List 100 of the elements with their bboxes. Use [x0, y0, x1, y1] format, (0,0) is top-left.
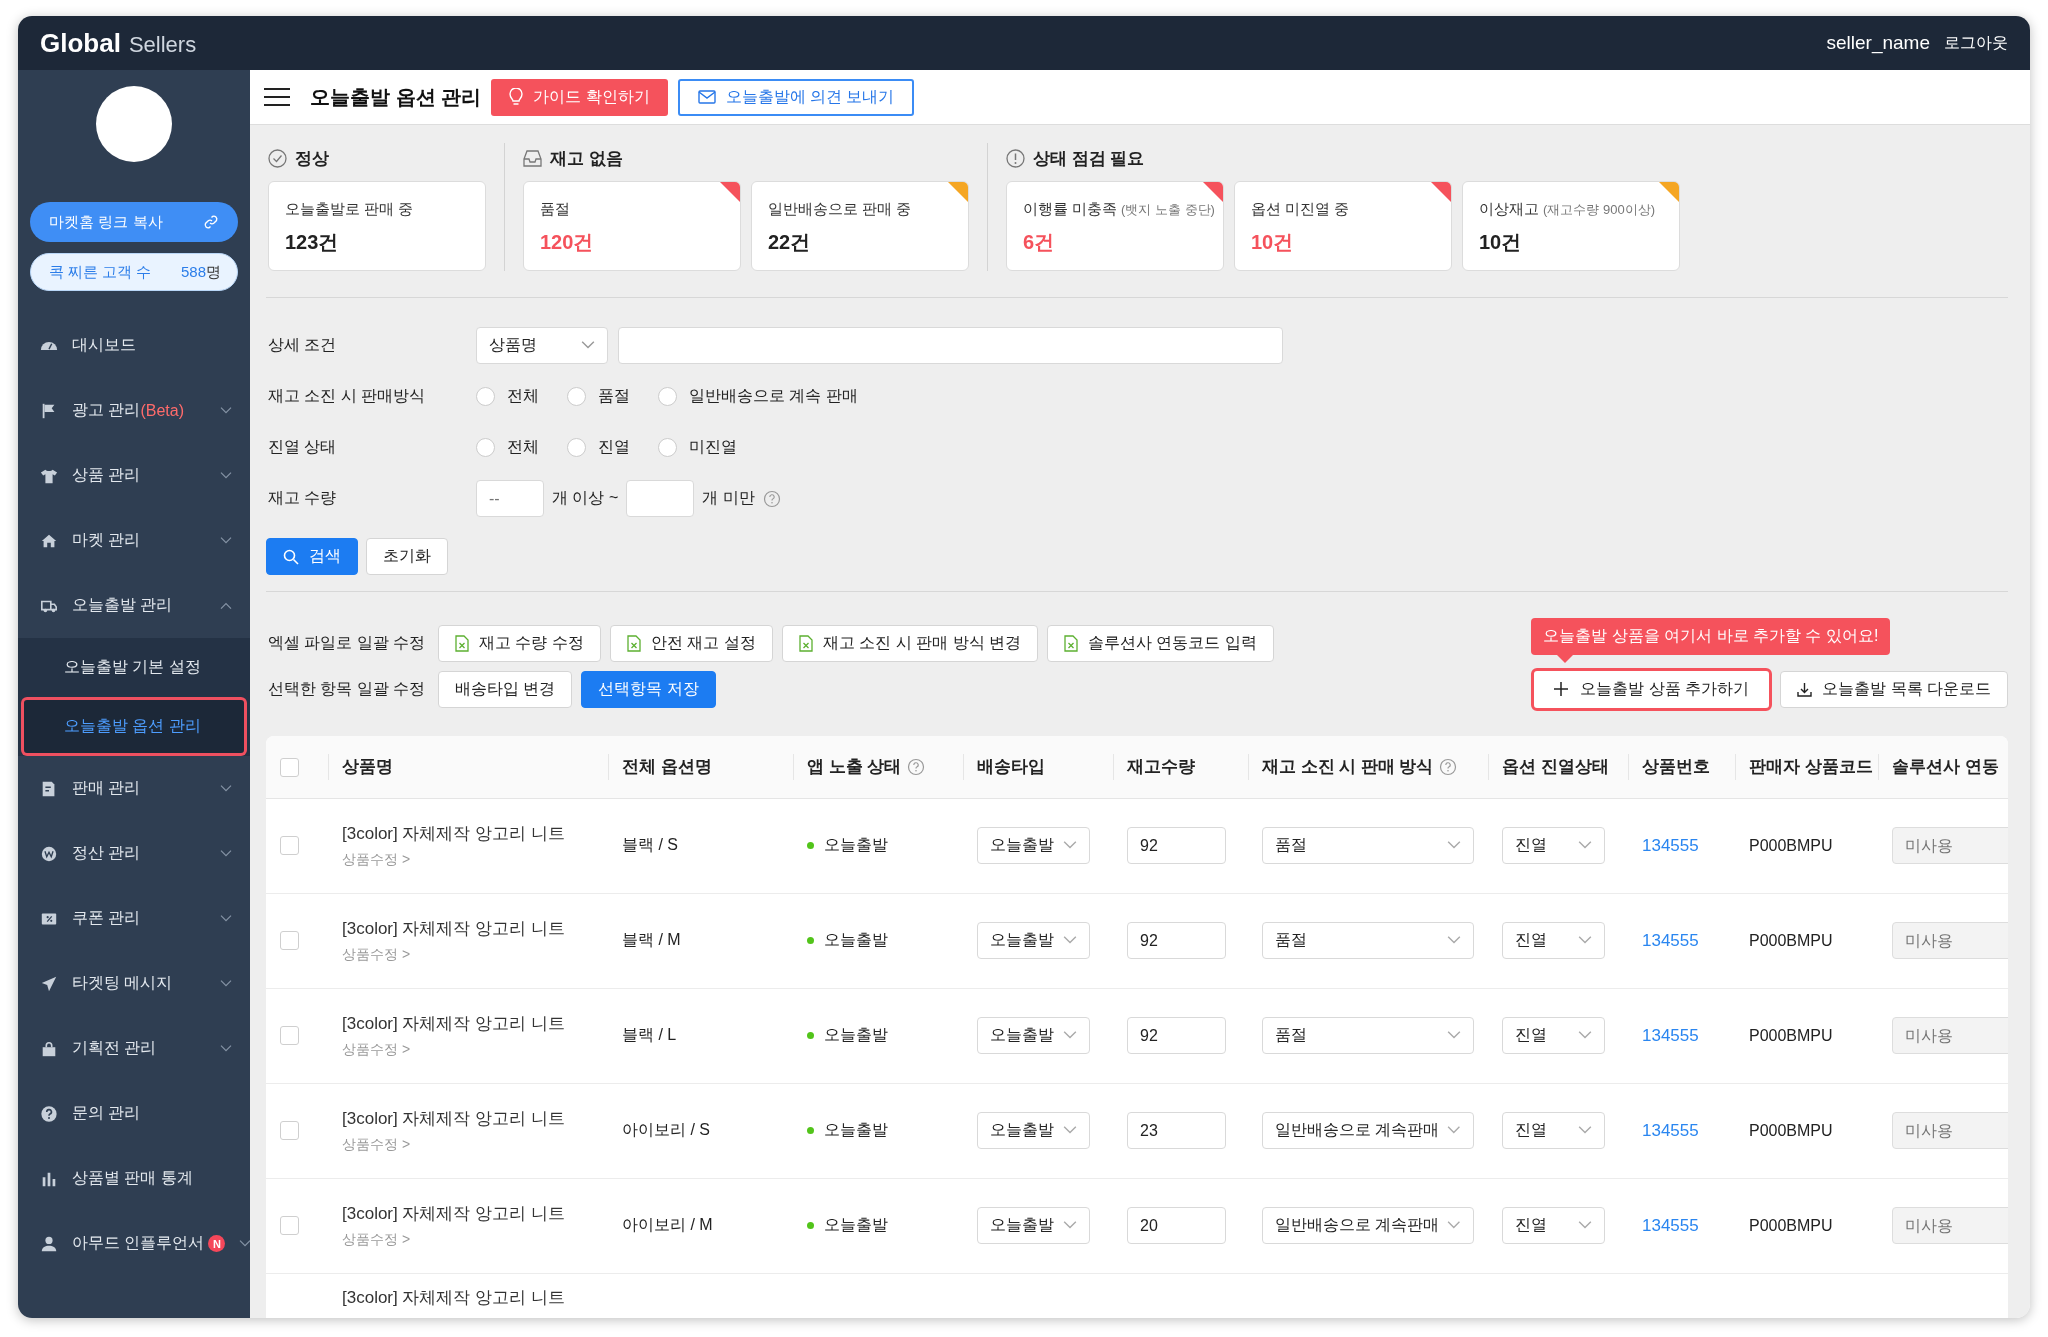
nav-item[interactable]: 대시보드 — [18, 313, 250, 378]
dropdown[interactable]: 진열 — [1502, 922, 1605, 959]
nav-item[interactable]: 기획전 관리 — [18, 1016, 250, 1081]
nav-item[interactable]: 상품 관리 — [18, 443, 250, 508]
dropdown[interactable]: 오늘출발 — [977, 922, 1090, 959]
chevron-icon — [1447, 1221, 1461, 1230]
min-stock-field[interactable]: -- — [476, 480, 544, 517]
checkbox[interactable] — [280, 757, 299, 777]
card-label: 이상재고 (재고수량 900이상) — [1479, 200, 1656, 219]
coin-icon — [40, 844, 58, 863]
product-number-link[interactable]: 134555 — [1642, 1025, 1699, 1045]
stock-field[interactable]: 92 — [1127, 1017, 1226, 1054]
dropdown[interactable]: 오늘출발 — [977, 1112, 1090, 1149]
checkbox[interactable] — [280, 1026, 299, 1046]
nav-item[interactable]: 문의 관리 — [18, 1081, 250, 1146]
nav-item[interactable]: 상품별 판매 통계 — [18, 1146, 250, 1211]
logout-link[interactable]: 로그아웃 — [1944, 32, 2008, 54]
reset-button[interactable]: 초기화 — [366, 538, 448, 575]
seller-code: P000BMPU — [1749, 1026, 1833, 1044]
summary-card[interactable]: 옵션 미진열 중 10건 — [1234, 181, 1452, 271]
stock-field[interactable]: 23 — [1127, 1112, 1226, 1149]
stock-field[interactable]: 92 — [1127, 827, 1226, 864]
stock-field[interactable]: 92 — [1127, 922, 1226, 959]
download-button[interactable]: 오늘출발 목록 다운로드 — [1780, 670, 2008, 708]
summary-card[interactable]: 이상재고 (재고수량 900이상) 10건 — [1462, 181, 1680, 271]
help-icon — [40, 1104, 58, 1123]
nav-item[interactable]: 오늘출발 관리 — [18, 573, 250, 638]
group-title: 재고 없음 — [550, 147, 623, 170]
search-button[interactable]: 검색 — [266, 538, 358, 575]
summary-card[interactable]: 일반배송으로 판매 중 22건 — [751, 181, 969, 271]
save-button[interactable]: 선택항목 저장 — [581, 670, 716, 708]
dropdown[interactable]: 오늘출발 — [977, 1017, 1090, 1054]
column-header: 재고수량 — [1127, 755, 1195, 777]
search-field[interactable] — [618, 327, 1283, 364]
dropdown[interactable]: 오늘출발 — [977, 1207, 1090, 1244]
dropdown[interactable]: 일반배송으로 계속판매 — [1262, 1112, 1474, 1149]
nav-item[interactable]: 아무드 인플루언서 N — [18, 1211, 250, 1276]
column-header: 솔루션사 연동 — [1892, 755, 1999, 777]
stock-field[interactable]: 20 — [1127, 1207, 1226, 1244]
filter-label: 상세 조건 — [267, 335, 338, 355]
checkbox[interactable] — [280, 1216, 299, 1236]
dropdown[interactable]: 품절 — [1262, 922, 1474, 959]
paper-plane-icon — [40, 974, 58, 993]
excel-button[interactable]: 안전 재고 설정 — [609, 624, 773, 662]
card-label: 일반배송으로 판매 중 — [768, 200, 913, 219]
group-title: 정상 — [295, 147, 329, 170]
nav-item[interactable]: 타겟팅 메시지 — [18, 951, 250, 1016]
dropdown[interactable]: 진열 — [1502, 1207, 1605, 1244]
dropdown[interactable]: 품절 — [1262, 827, 1474, 864]
option-name: 블랙 / S — [622, 836, 678, 853]
dropdown[interactable]: 오늘출발 — [977, 827, 1090, 864]
product-number-link[interactable]: 134555 — [1642, 930, 1699, 950]
feedback-button[interactable]: 오늘출발에 의견 보내기 — [677, 78, 915, 116]
nav-item[interactable]: 판매 관리 — [18, 756, 250, 821]
excel-button[interactable]: 재고 수량 수정 — [438, 624, 601, 662]
beta-label: (Beta) — [140, 401, 185, 420]
product-number-link[interactable]: 134555 — [1642, 1120, 1699, 1140]
seller-code: P000BMPU — [1749, 1121, 1833, 1139]
checkbox[interactable] — [280, 836, 299, 856]
radio-option[interactable]: 미진열 — [658, 437, 737, 458]
radio-option[interactable]: 전체 — [476, 386, 539, 407]
radio-option[interactable]: 일반배송으로 계속 판매 — [658, 386, 858, 407]
chevron-icon — [1447, 1126, 1461, 1135]
chevron-icon — [1447, 936, 1461, 945]
summary-card[interactable]: 품절 120건 — [523, 181, 741, 271]
warning-icon — [1006, 148, 1025, 168]
card-note: (뱃지 노출 중단) — [1121, 202, 1215, 217]
card-label: 오늘출발로 판매 중 — [285, 200, 415, 219]
max-stock-field[interactable] — [626, 480, 695, 517]
summary-card[interactable]: 이행률 미충족 (뱃지 노출 중단) 6건 — [1006, 181, 1224, 271]
radio-option[interactable]: 진열 — [567, 437, 630, 458]
nav-subitem[interactable]: 오늘출발 옵션 관리 — [21, 697, 247, 756]
nav-item[interactable]: 쿠폰 관리 — [18, 886, 250, 951]
checkbox[interactable] — [280, 931, 299, 951]
new-badge: N — [208, 1235, 226, 1252]
card-value: 10건 — [1479, 230, 1523, 255]
bulk-button[interactable]: 배송타입 변경 — [438, 670, 573, 708]
checkbox[interactable] — [280, 1121, 299, 1141]
summary-card[interactable]: 오늘출발로 판매 중 123건 — [268, 181, 486, 271]
card-label: 옵션 미진열 중 — [1251, 200, 1351, 219]
product-number-link[interactable]: 134555 — [1642, 835, 1699, 855]
radio-option[interactable]: 품절 — [567, 386, 630, 407]
dropdown[interactable]: 품절 — [1262, 1017, 1474, 1054]
dropdown[interactable]: 상품명 — [476, 327, 608, 364]
excel-button[interactable]: 재고 소진 시 판매 방식 변경 — [781, 624, 1038, 662]
bulk-label: 선택한 항목 일괄 수정 — [267, 678, 427, 699]
dropdown[interactable]: 진열 — [1502, 1112, 1605, 1149]
add-product-button[interactable]: 오늘출발 상품 추가하기 — [1531, 667, 1773, 711]
radio-option[interactable]: 전체 — [476, 437, 539, 458]
nav-item[interactable]: 광고 관리(Beta) — [18, 378, 250, 443]
dropdown[interactable]: 일반배송으로 계속판매 — [1262, 1207, 1474, 1244]
filter-label: 재고 소진 시 판매방식 — [267, 386, 427, 406]
excel-button[interactable]: 솔루션사 연동코드 입력 — [1047, 624, 1274, 662]
dropdown[interactable]: 진열 — [1502, 1017, 1605, 1054]
status-label: 오늘출발 — [824, 835, 888, 855]
nav-item[interactable]: 정산 관리 — [18, 821, 250, 886]
nav-subitem[interactable]: 오늘출발 기본 설정 — [18, 638, 250, 697]
dropdown[interactable]: 진열 — [1502, 827, 1605, 864]
product-number-link[interactable]: 134555 — [1642, 1215, 1699, 1235]
nav-item[interactable]: 마켓 관리 — [18, 508, 250, 573]
